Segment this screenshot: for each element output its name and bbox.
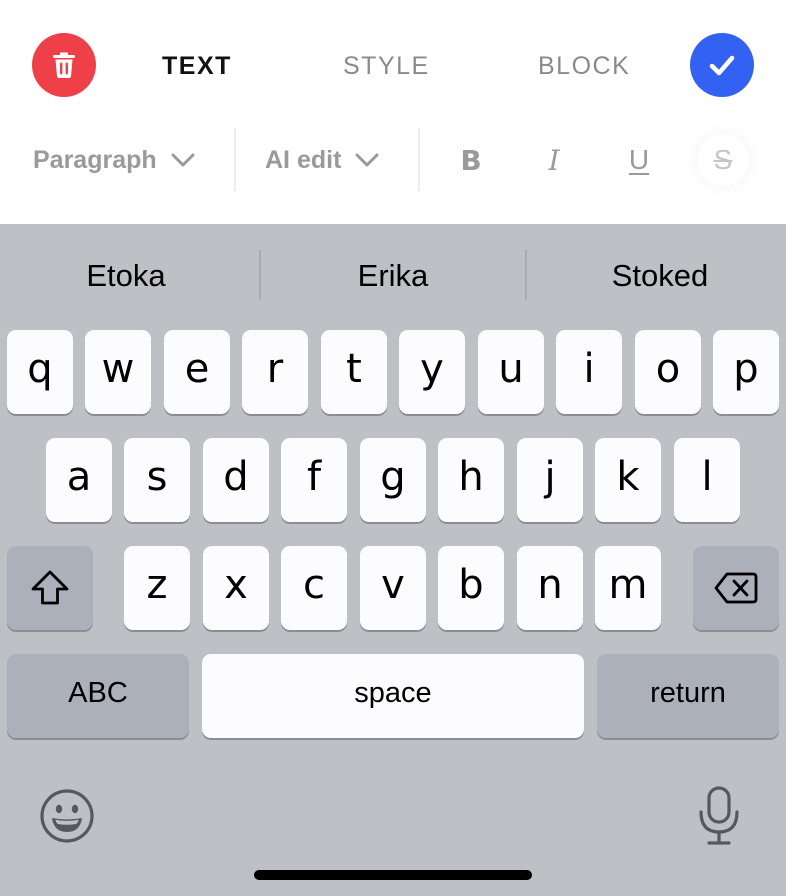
key-label: t <box>346 346 362 392</box>
key-label: u <box>498 346 524 392</box>
suggestion-divider <box>259 250 261 300</box>
emoji-face-icon <box>40 789 94 843</box>
key-s[interactable]: s <box>124 438 190 522</box>
key-label: z <box>146 562 168 608</box>
home-indicator <box>254 870 532 880</box>
shift-arrow-icon <box>31 570 69 605</box>
key-l[interactable]: l <box>674 438 740 522</box>
key-label: x <box>224 562 248 608</box>
key-f[interactable]: f <box>281 438 347 522</box>
key-g[interactable]: g <box>360 438 426 522</box>
key-b[interactable]: b <box>438 546 504 630</box>
key-label: y <box>420 346 444 392</box>
key-y[interactable]: y <box>399 330 465 414</box>
paragraph-dropdown-label: Paragraph <box>33 145 157 174</box>
microphone-icon <box>699 786 739 845</box>
key-k[interactable]: k <box>595 438 661 522</box>
key-label: i <box>583 346 595 392</box>
underline-button[interactable]: U <box>613 134 665 186</box>
key-v[interactable]: v <box>360 546 426 630</box>
backspace-icon <box>714 572 758 604</box>
key-label: a <box>66 454 92 500</box>
key-label: d <box>223 454 249 500</box>
trash-icon <box>53 52 75 78</box>
suggestion-item[interactable]: Erika <box>278 254 508 298</box>
key-label: space <box>354 676 432 709</box>
tab-block[interactable]: BLOCK <box>538 50 630 82</box>
key-label: m <box>608 562 648 608</box>
key-x[interactable]: x <box>203 546 269 630</box>
key-label: l <box>701 454 713 500</box>
key-n[interactable]: n <box>517 546 583 630</box>
key-label: return <box>650 676 726 709</box>
key-label: n <box>537 562 563 608</box>
key-label: b <box>458 562 484 608</box>
microphone-button[interactable] <box>689 786 749 846</box>
paragraph-dropdown[interactable]: Paragraph <box>33 140 195 180</box>
key-label: ABC <box>68 676 128 709</box>
return-key[interactable]: return <box>597 654 779 738</box>
key-label: j <box>544 454 556 500</box>
key-label: k <box>616 454 640 500</box>
key-c[interactable]: c <box>281 546 347 630</box>
space-key[interactable]: space <box>202 654 584 738</box>
key-h[interactable]: h <box>438 438 504 522</box>
key-label: w <box>101 346 135 392</box>
keyboard: Etoka Erika Stoked q w e r t y u i o p a… <box>0 224 786 896</box>
backspace-key[interactable] <box>693 546 779 630</box>
key-m[interactable]: m <box>595 546 661 630</box>
key-label: h <box>458 454 484 500</box>
abc-mode-key[interactable]: ABC <box>7 654 189 738</box>
key-z[interactable]: z <box>124 546 190 630</box>
suggestion-item[interactable]: Stoked <box>545 254 775 298</box>
delete-button[interactable] <box>32 33 96 97</box>
tab-style[interactable]: STYLE <box>343 50 430 82</box>
ai-edit-dropdown-label: AI edit <box>265 145 342 174</box>
key-label: f <box>306 454 322 500</box>
done-button[interactable] <box>690 33 754 97</box>
italic-button[interactable]: I <box>528 134 580 186</box>
shift-key[interactable] <box>7 546 93 630</box>
suggestion-divider <box>525 250 527 300</box>
bold-button[interactable]: B <box>445 134 497 186</box>
key-label: p <box>733 346 759 392</box>
emoji-button[interactable] <box>37 786 97 846</box>
ai-edit-dropdown[interactable]: AI edit <box>265 140 379 180</box>
chevron-down-icon <box>171 153 195 167</box>
suggestion-item[interactable]: Etoka <box>11 254 241 298</box>
strikethrough-button[interactable]: S <box>697 134 749 186</box>
key-d[interactable]: d <box>203 438 269 522</box>
key-label: q <box>27 346 53 392</box>
key-label: s <box>146 454 168 500</box>
key-w[interactable]: w <box>85 330 151 414</box>
key-label: e <box>184 346 210 392</box>
checkmark-icon <box>709 55 735 76</box>
key-o[interactable]: o <box>635 330 701 414</box>
key-i[interactable]: i <box>556 330 622 414</box>
key-a[interactable]: a <box>46 438 112 522</box>
key-t[interactable]: t <box>321 330 387 414</box>
chevron-down-icon <box>355 153 379 167</box>
key-label: v <box>381 562 405 608</box>
key-label: r <box>266 346 284 392</box>
key-q[interactable]: q <box>7 330 73 414</box>
key-label: c <box>303 562 325 608</box>
key-u[interactable]: u <box>478 330 544 414</box>
editor-toolbar: TEXT STYLE BLOCK Paragraph AI edit B I U… <box>0 0 786 224</box>
key-p[interactable]: p <box>713 330 779 414</box>
toolbar-divider <box>418 128 420 191</box>
key-r[interactable]: r <box>242 330 308 414</box>
key-label: g <box>380 454 406 500</box>
key-e[interactable]: e <box>164 330 230 414</box>
key-j[interactable]: j <box>517 438 583 522</box>
tab-text[interactable]: TEXT <box>162 50 232 82</box>
key-label: o <box>655 346 681 392</box>
toolbar-divider <box>234 128 236 191</box>
